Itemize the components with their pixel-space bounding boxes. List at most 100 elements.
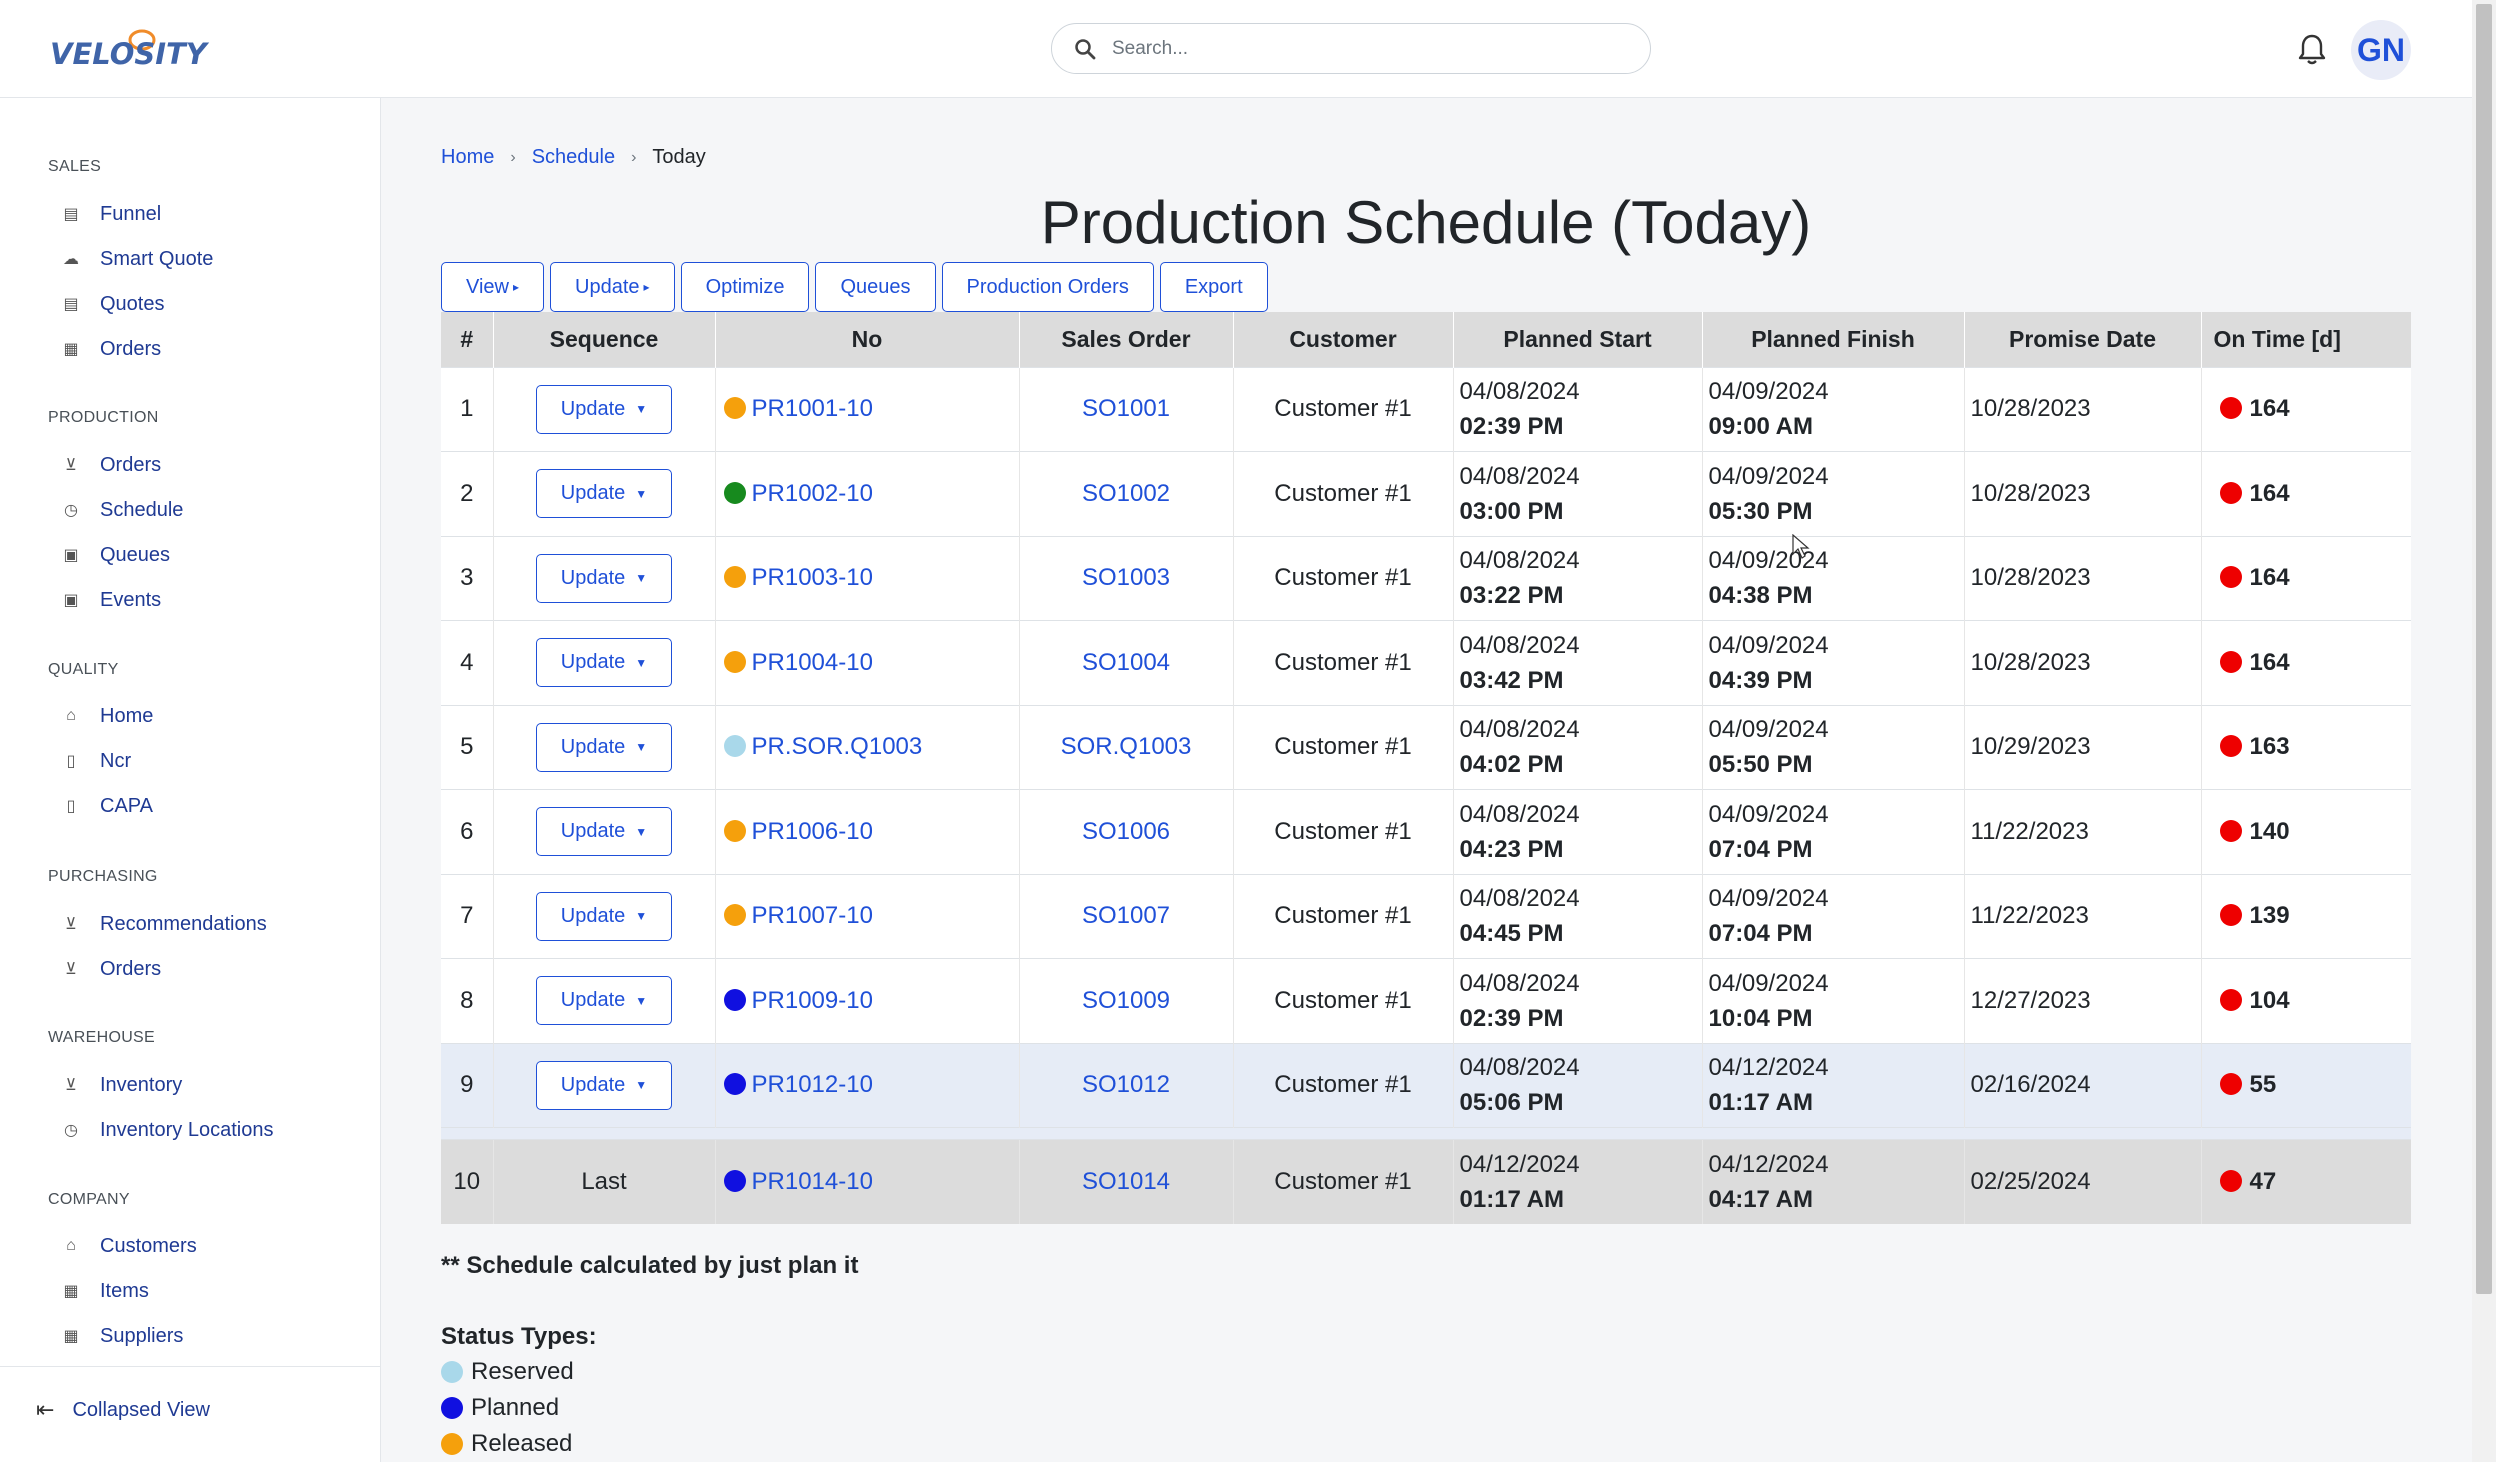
row-update-button[interactable]: Update ▼: [535, 1060, 673, 1110]
customer-cell: Customer #1: [1232, 704, 1453, 790]
queues-button[interactable]: Queues: [815, 262, 936, 312]
row-update-button[interactable]: Update ▼: [535, 469, 673, 519]
column-header-planned-finish[interactable]: Planned Finish: [1701, 312, 1964, 367]
planned-finish-cell: 04/09/2024 04:38 PM: [1701, 535, 1964, 621]
sidebar-item-funnel[interactable]: ▤ Funnel: [48, 196, 368, 232]
sequence-cell: Update ▼: [492, 366, 715, 452]
sidebar-item-suppliers[interactable]: ▦ Suppliers: [48, 1318, 368, 1354]
late-status-dot-icon: [2219, 397, 2242, 420]
sales-order-link[interactable]: SOR.Q1003: [1061, 733, 1192, 760]
row-update-button[interactable]: Update ▼: [535, 891, 673, 941]
search-icon: [1075, 39, 1096, 60]
optimize-button[interactable]: Optimize: [680, 262, 810, 312]
planned-start-date: 04/08/2024: [1459, 378, 1580, 406]
document-icon: ▤: [63, 296, 79, 313]
sidebar-item-inventory-locations[interactable]: ◷ Inventory Locations: [48, 1112, 368, 1148]
sidebar-item-quality-home[interactable]: ⌂ Home: [48, 698, 368, 734]
sidebar-item-items[interactable]: ▦ Items: [48, 1273, 368, 1309]
production-order-cell: PR1006-10: [714, 789, 1019, 874]
row-update-button[interactable]: Update ▼: [535, 807, 673, 857]
velosity-logo[interactable]: VELOSITY: [48, 26, 248, 72]
sidebar-item-smart-quote[interactable]: ☁ Smart Quote: [48, 241, 368, 277]
page-scrollbar[interactable]: [2472, 0, 2496, 1462]
planned-start-cell: 04/08/2024 04:02 PM: [1452, 704, 1702, 790]
row-update-button[interactable]: Update ▼: [535, 722, 673, 772]
production-order-link[interactable]: PR1012-10: [752, 1071, 873, 1098]
sidebar-item-label: Recommendations: [100, 912, 267, 935]
late-status-dot-icon: [2219, 650, 2242, 673]
sales-order-link[interactable]: SO1014: [1082, 1168, 1170, 1195]
on-time-cell: 139: [2200, 873, 2411, 959]
sidebar-item-inventory[interactable]: ⊻ Inventory: [48, 1067, 368, 1103]
production-order-link[interactable]: PR1003-10: [752, 564, 873, 591]
planned-start-cell: 04/08/2024 03:42 PM: [1452, 620, 1702, 705]
user-avatar[interactable]: GN: [2351, 20, 2411, 80]
production-order-link[interactable]: PR1007-10: [752, 902, 873, 929]
production-order-link[interactable]: PR1009-10: [752, 987, 873, 1014]
cart-icon: ⊻: [65, 457, 77, 474]
sidebar-item-schedule[interactable]: ◷ Schedule: [48, 492, 368, 528]
search-input[interactable]: [1112, 32, 1632, 66]
sales-order-link[interactable]: SO1001: [1082, 395, 1170, 422]
late-status-dot-icon: [2219, 904, 2242, 927]
sidebar-item-production-orders[interactable]: ⊻ Orders: [48, 447, 368, 483]
column-header-sequence[interactable]: Sequence: [492, 312, 715, 367]
row-update-button[interactable]: Update ▼: [535, 976, 673, 1026]
sidebar-item-sales-orders[interactable]: ▦ Orders: [48, 331, 368, 367]
sales-order-link[interactable]: SO1004: [1082, 649, 1170, 676]
planned-finish-date: 04/09/2024: [1708, 378, 1829, 406]
column-header-sales-order[interactable]: Sales Order: [1018, 312, 1233, 367]
late-status-dot-icon: [2219, 1169, 2242, 1192]
row-update-button[interactable]: Update ▼: [535, 638, 673, 688]
sidebar-item-capa[interactable]: ▯ CAPA: [48, 788, 368, 824]
on-time-cell: 104: [2200, 958, 2411, 1043]
sales-order-link[interactable]: SO1002: [1082, 480, 1170, 507]
column-header-no[interactable]: No: [714, 312, 1019, 367]
export-button[interactable]: Export: [1159, 262, 1268, 312]
update-button-label: Update: [575, 275, 640, 298]
update-menu-button[interactable]: Update ▸: [550, 262, 675, 312]
sidebar-item-ncr[interactable]: ▯ Ncr: [48, 743, 368, 779]
on-time-days: 47: [2249, 1167, 2277, 1195]
sidebar-item-purchasing-orders[interactable]: ⊻ Orders: [48, 951, 368, 987]
production-order-link[interactable]: PR1006-10: [752, 818, 873, 845]
production-order-link[interactable]: PR1002-10: [752, 480, 873, 507]
sales-order-link[interactable]: SO1006: [1082, 818, 1170, 845]
legend-item-reserved: Reserved: [441, 1358, 574, 1386]
sales-order-link[interactable]: SO1007: [1082, 902, 1170, 929]
sales-order-link[interactable]: SO1012: [1082, 1071, 1170, 1098]
column-header-index[interactable]: #: [441, 312, 493, 367]
bell-icon[interactable]: [2296, 32, 2328, 66]
status-dot-icon: [723, 735, 746, 758]
row-update-button[interactable]: Update ▼: [535, 384, 673, 434]
sales-order-cell: SO1014: [1018, 1139, 1233, 1224]
list-icon: ▤: [63, 206, 79, 223]
column-header-on-time[interactable]: On Time [d]: [2200, 312, 2411, 367]
column-header-planned-start[interactable]: Planned Start: [1452, 312, 1702, 367]
row-separator: [441, 1127, 2411, 1140]
production-order-cell: PR1012-10: [714, 1042, 1019, 1128]
collapse-view-button[interactable]: ⇤ Collapsed View: [36, 1397, 210, 1423]
sidebar-item-events[interactable]: ▣ Events: [48, 582, 368, 618]
search-box[interactable]: [1051, 23, 1651, 74]
planned-finish-cell: 04/12/2024 01:17 AM: [1701, 1042, 1964, 1128]
breadcrumb-home[interactable]: Home: [441, 146, 494, 169]
sales-order-link[interactable]: SO1009: [1082, 987, 1170, 1014]
production-order-link[interactable]: PR1004-10: [752, 649, 873, 676]
production-order-link[interactable]: PR.SOR.Q1003: [752, 733, 923, 760]
sales-order-link[interactable]: SO1003: [1082, 564, 1170, 591]
sidebar-item-queues[interactable]: ▣ Queues: [48, 537, 368, 573]
scroll-thumb[interactable]: [2476, 4, 2492, 1294]
view-button[interactable]: View ▸: [441, 262, 545, 312]
production-order-link[interactable]: PR1014-10: [752, 1168, 873, 1195]
promise-date-cell: 02/16/2024: [1963, 1042, 2201, 1128]
row-update-button[interactable]: Update ▼: [535, 553, 673, 603]
production-order-link[interactable]: PR1001-10: [752, 395, 873, 422]
column-header-customer[interactable]: Customer: [1232, 312, 1453, 367]
breadcrumb-schedule[interactable]: Schedule: [532, 146, 615, 169]
column-header-promise-date[interactable]: Promise Date: [1963, 312, 2201, 367]
sidebar-item-quotes[interactable]: ▤ Quotes: [48, 286, 368, 322]
sidebar-item-recommendations[interactable]: ⊻ Recommendations: [48, 906, 368, 942]
production-orders-button[interactable]: Production Orders: [941, 262, 1154, 312]
sidebar-item-customers[interactable]: ⌂ Customers: [48, 1228, 368, 1264]
